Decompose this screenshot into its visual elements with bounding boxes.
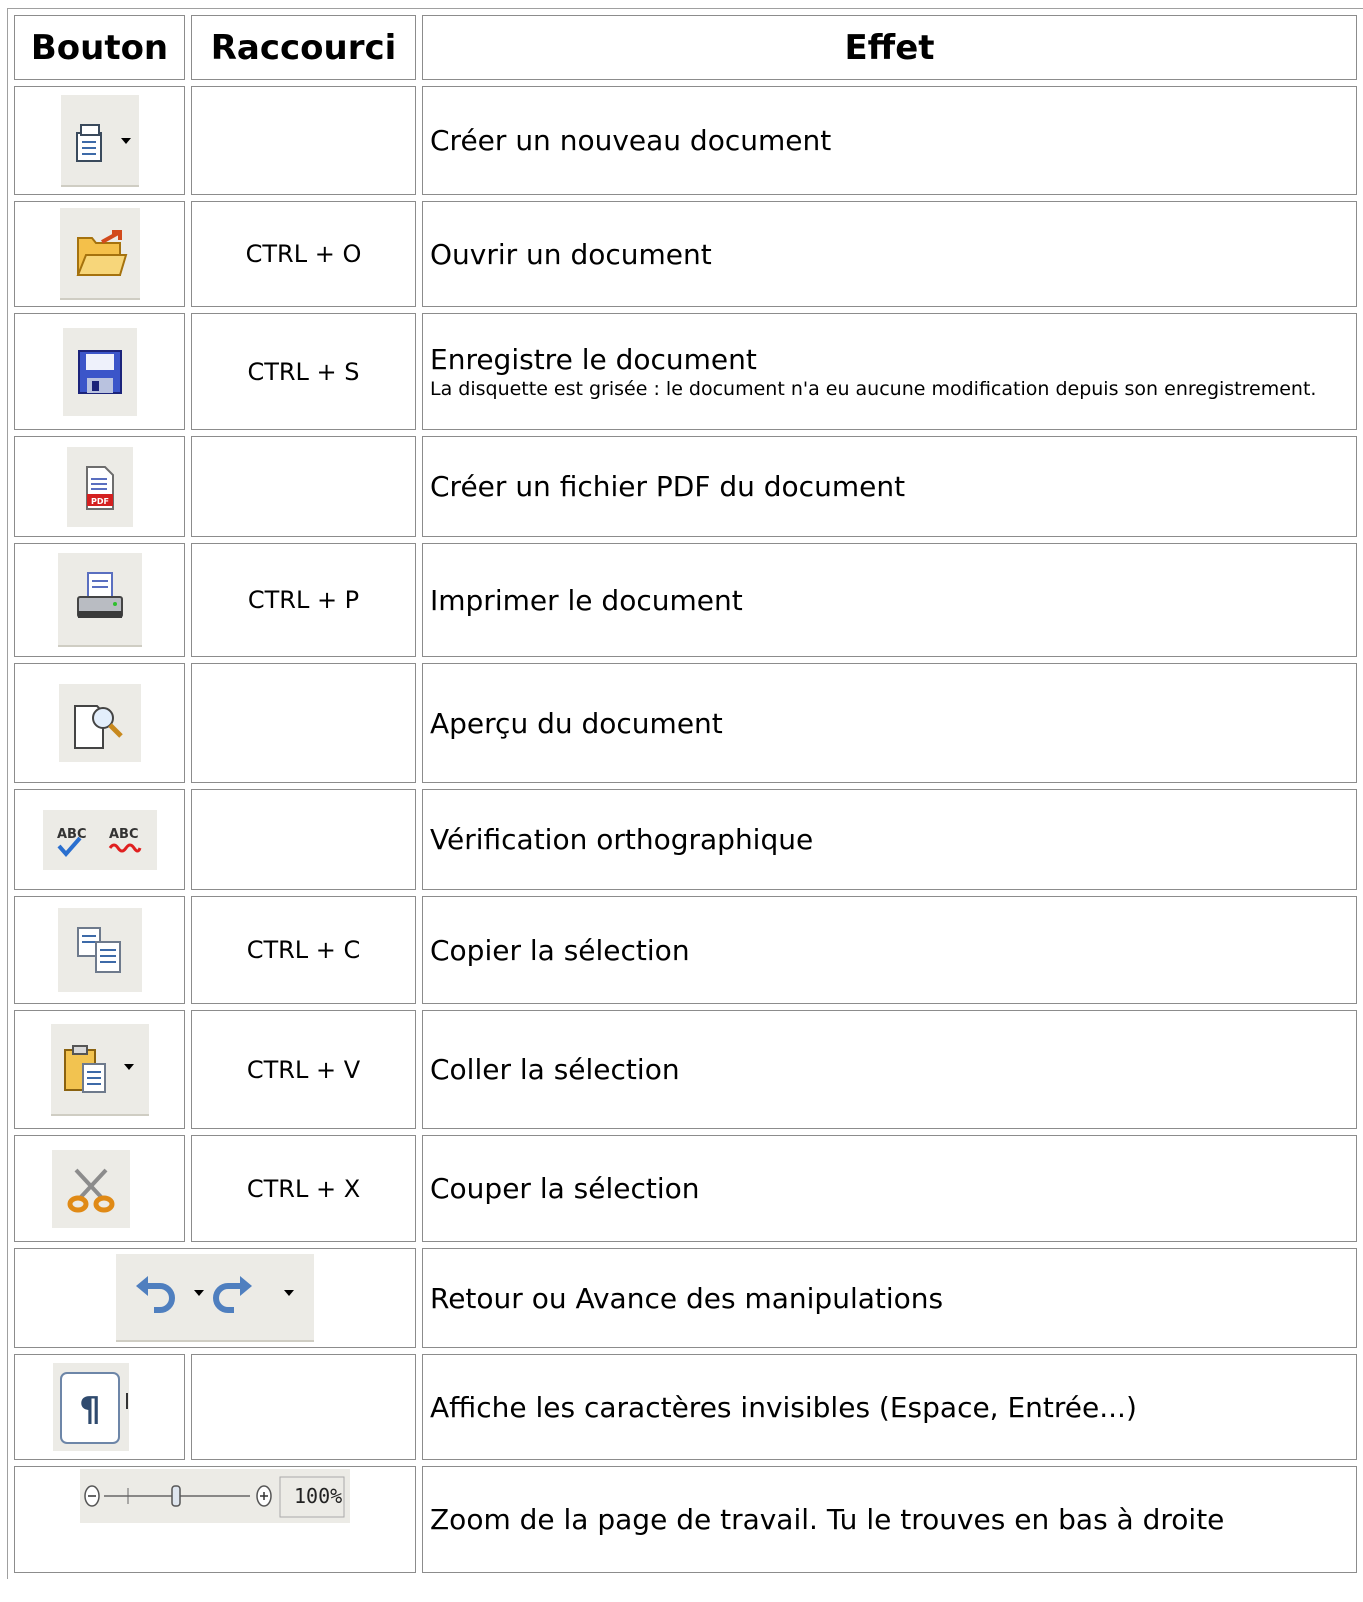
button-cell (14, 1010, 185, 1129)
table-header-row: Bouton Raccourci Effet (14, 15, 1357, 80)
effect-cell: Créer un fichier PDF du document (422, 436, 1357, 537)
zoom-value: 100% (294, 1484, 343, 1508)
button-cell: 100% (14, 1466, 416, 1573)
shortcut-cell (191, 789, 416, 890)
effect-cell: Vérification orthographique (422, 789, 1357, 890)
effect-text: Retour ou Avance des manipulations (430, 1281, 944, 1315)
table-row: CTRL + C Copier la sélection (14, 896, 1357, 1004)
table-row: CTRL + S Enregistre le document La disqu… (14, 313, 1357, 430)
button-cell (14, 663, 185, 783)
shortcut-cell: CTRL + S (191, 313, 416, 430)
effect-cell: Zoom de la page de travail. Tu le trouve… (422, 1466, 1357, 1573)
effect-text: Imprimer le document (430, 583, 743, 617)
header-shortcut: Raccourci (191, 15, 416, 80)
svg-text:ABC: ABC (109, 827, 139, 842)
shortcut-cell: CTRL + X (191, 1135, 416, 1242)
table-row: ¶ Affiche les caractères invisibles (Esp… (14, 1354, 1357, 1460)
shortcut-cell (191, 436, 416, 537)
button-cell (14, 201, 185, 307)
button-cell (14, 1248, 416, 1348)
shortcut-cell (191, 663, 416, 783)
table-row: CTRL + P Imprimer le document (14, 543, 1357, 657)
table-row: PDF Créer un fichier PDF du document (14, 436, 1357, 537)
svg-text:PDF: PDF (91, 497, 109, 506)
table-row: CTRL + V Coller la sélection (14, 1010, 1357, 1129)
pilcrow-icon: ¶ (59, 1372, 128, 1444)
button-cell (14, 896, 185, 1004)
header-button: Bouton (14, 15, 185, 80)
effect-text: Enregistre le document (430, 343, 757, 376)
effect-note: La disquette est grisée : le document n'… (430, 378, 1317, 400)
effect-text: Aperçu du document (430, 706, 723, 740)
shortcut-cell: CTRL + P (191, 543, 416, 657)
svg-text:ABC: ABC (57, 827, 87, 842)
effect-cell: Enregistre le document La disquette est … (422, 313, 1357, 430)
shortcut-cell: CTRL + O (191, 201, 416, 307)
effect-cell: Imprimer le document (422, 543, 1357, 657)
spellcheck-icon: ABC ABC (57, 827, 141, 857)
effect-text: Copier la sélection (430, 933, 690, 967)
effect-cell: Créer un nouveau document (422, 86, 1357, 195)
new-document-icon (75, 123, 131, 162)
header-effect: Effet (422, 15, 1357, 80)
floppy-disk-icon (77, 349, 122, 394)
pdf-export-icon: PDF (85, 465, 114, 510)
shortcut-cell (191, 86, 416, 195)
printer-icon (76, 572, 123, 618)
effect-cell: Copier la sélection (422, 896, 1357, 1004)
button-cell: ¶ (14, 1354, 185, 1460)
table-row: CTRL + X Couper la sélection (14, 1135, 1357, 1242)
button-cell: PDF (14, 436, 185, 537)
effect-text: Créer un nouveau document (430, 124, 832, 157)
paste-icon (63, 1044, 134, 1093)
table-row: ABC ABC Vérification orthographique (14, 789, 1357, 890)
button-cell: ABC ABC (14, 789, 185, 890)
table-row: Créer un nouveau document (14, 86, 1357, 195)
effect-text: Zoom de la page de travail. Tu le trouve… (430, 1503, 1225, 1536)
effect-text: Couper la sélection (430, 1172, 700, 1205)
button-cell (14, 1135, 185, 1242)
scissors-icon (67, 1168, 114, 1212)
effect-cell: Aperçu du document (422, 663, 1357, 783)
button-cell (14, 313, 185, 430)
print-preview-icon (73, 705, 123, 749)
table-row: 100% Zoom de la page de travail. Tu le t… (14, 1466, 1357, 1573)
table-row: Retour ou Avance des manipulations (14, 1248, 1357, 1348)
effect-cell: Ouvrir un document (422, 201, 1357, 307)
effect-cell: Coller la sélection (422, 1010, 1357, 1129)
toolbar-buttons-table: Bouton Raccourci Effet Créer un nouveau … (7, 8, 1363, 1579)
effect-cell: Couper la sélection (422, 1135, 1357, 1242)
shortcut-cell: CTRL + C (191, 896, 416, 1004)
effect-text: Affiche les caractères invisibles (Espac… (430, 1390, 1137, 1424)
effect-text: Ouvrir un document (430, 237, 712, 271)
shortcut-cell (191, 1354, 416, 1460)
open-folder-icon (76, 230, 127, 276)
copy-icon (76, 927, 121, 973)
svg-text:¶: ¶ (79, 1390, 101, 1430)
effect-cell: Affiche les caractères invisibles (Espac… (422, 1354, 1357, 1460)
effect-text: Vérification orthographique (430, 823, 814, 856)
shortcut-cell: CTRL + V (191, 1010, 416, 1129)
button-cell (14, 543, 185, 657)
effect-text: Créer un fichier PDF du document (430, 470, 906, 503)
effect-text: Coller la sélection (430, 1053, 680, 1086)
button-cell (14, 86, 185, 195)
undo-redo-icon (136, 1276, 294, 1313)
table-row: Aperçu du document (14, 663, 1357, 783)
table-row: CTRL + O Ouvrir un document (14, 201, 1357, 307)
effect-cell: Retour ou Avance des manipulations (422, 1248, 1357, 1348)
